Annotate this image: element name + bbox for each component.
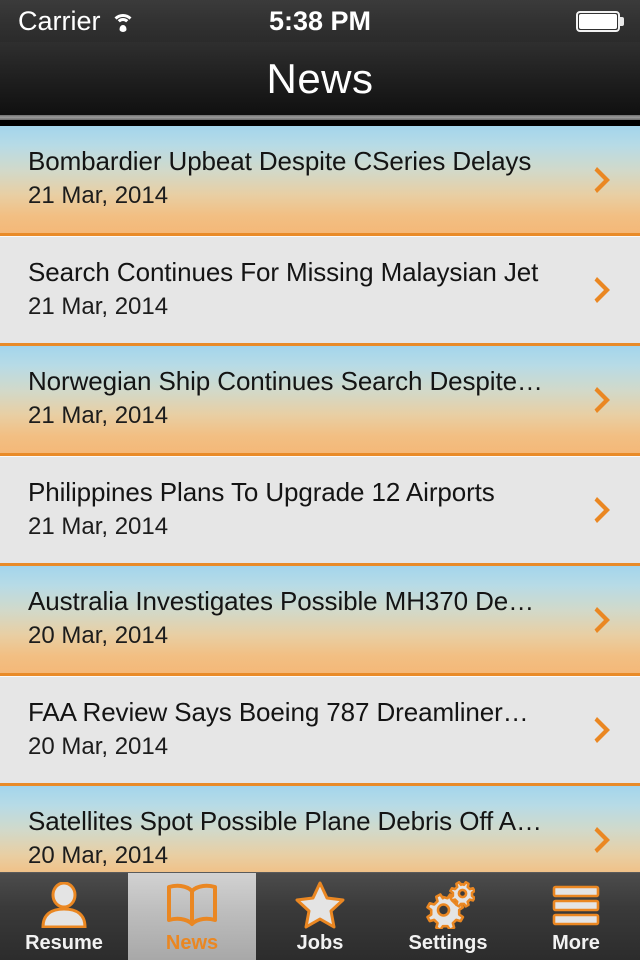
- news-item-text: Bombardier Upbeat Despite CSeries Delays…: [28, 145, 568, 212]
- book-icon: [164, 881, 220, 929]
- page-title: News: [266, 54, 374, 102]
- news-list-item[interactable]: Australia Investigates Possible MH370 De…: [0, 566, 640, 676]
- app-root: Carrier 5:38 PM News Bombardier Upbeat D…: [0, 0, 640, 960]
- tab-settings[interactable]: Settings: [384, 873, 512, 960]
- tab-jobs[interactable]: Jobs: [256, 873, 384, 960]
- gears-icon: [421, 881, 475, 929]
- news-list-item[interactable]: Satellites Spot Possible Plane Debris Of…: [0, 786, 640, 872]
- person-icon: [38, 881, 90, 929]
- news-item-title: Search Continues For Missing Malaysian J…: [28, 257, 539, 287]
- tab-label: Settings: [408, 932, 488, 954]
- chevron-right-icon[interactable]: [594, 825, 614, 855]
- news-item-text: Search Continues For Missing Malaysian J…: [28, 256, 568, 323]
- tab-label: News: [165, 932, 219, 954]
- status-bar: Carrier 5:38 PM: [0, 0, 640, 42]
- news-list-item[interactable]: Philippines Plans To Upgrade 12 Airports…: [0, 456, 640, 566]
- news-item-date: 21 Mar, 2014: [28, 513, 169, 540]
- chevron-right-icon[interactable]: [594, 165, 614, 195]
- news-item-date: 20 Mar, 2014: [28, 622, 169, 649]
- news-item-date: 21 Mar, 2014: [28, 402, 169, 429]
- news-list-item[interactable]: Bombardier Upbeat Despite CSeries Delays…: [0, 126, 640, 236]
- news-list-item[interactable]: Norwegian Ship Continues Search Despite……: [0, 346, 640, 456]
- chevron-right-icon[interactable]: [594, 385, 614, 415]
- news-list[interactable]: Bombardier Upbeat Despite CSeries Delays…: [0, 126, 640, 872]
- chevron-right-icon[interactable]: [594, 275, 614, 305]
- tab-news[interactable]: News: [128, 873, 256, 960]
- news-item-text: Norwegian Ship Continues Search Despite……: [28, 365, 568, 432]
- news-item-text: Philippines Plans To Upgrade 12 Airports…: [28, 476, 568, 543]
- tab-resume[interactable]: Resume: [0, 873, 128, 960]
- news-list-item[interactable]: Search Continues For Missing Malaysian J…: [0, 236, 640, 346]
- tab-label: Resume: [25, 932, 103, 954]
- hamburger-icon: [549, 881, 603, 929]
- star-icon: [294, 881, 346, 929]
- news-item-title: Philippines Plans To Upgrade 12 Airports: [28, 477, 495, 507]
- navigation-bar: News: [0, 42, 640, 115]
- chevron-right-icon[interactable]: [594, 715, 614, 745]
- status-bar-clock: 5:38 PM: [268, 6, 372, 36]
- tab-label: More: [552, 932, 600, 954]
- news-item-title: Satellites Spot Possible Plane Debris Of…: [28, 806, 542, 836]
- news-item-title: Bombardier Upbeat Despite CSeries Delays: [28, 146, 532, 176]
- battery-full-icon: [576, 11, 624, 32]
- tab-more[interactable]: More: [512, 873, 640, 960]
- news-item-title: Norwegian Ship Continues Search Despite…: [28, 366, 543, 396]
- chevron-right-icon[interactable]: [594, 605, 614, 635]
- tab-bar: Resume News Jobs Settings More: [0, 872, 640, 960]
- news-item-text: Australia Investigates Possible MH370 De…: [28, 585, 568, 652]
- news-item-date: 21 Mar, 2014: [28, 293, 169, 320]
- news-item-text: FAA Review Says Boeing 787 Dreamliner… 20…: [28, 696, 568, 763]
- news-item-title: Australia Investigates Possible MH370 De…: [28, 586, 535, 616]
- news-list-item[interactable]: FAA Review Says Boeing 787 Dreamliner… 20…: [0, 676, 640, 786]
- news-item-title: FAA Review Says Boeing 787 Dreamliner…: [28, 697, 529, 727]
- news-item-date: 20 Mar, 2014: [28, 842, 169, 869]
- chevron-right-icon[interactable]: [594, 495, 614, 525]
- news-item-date: 20 Mar, 2014: [28, 733, 169, 760]
- news-item-text: Satellites Spot Possible Plane Debris Of…: [28, 805, 568, 872]
- news-item-date: 21 Mar, 2014: [28, 182, 169, 209]
- tab-label: Jobs: [296, 932, 344, 954]
